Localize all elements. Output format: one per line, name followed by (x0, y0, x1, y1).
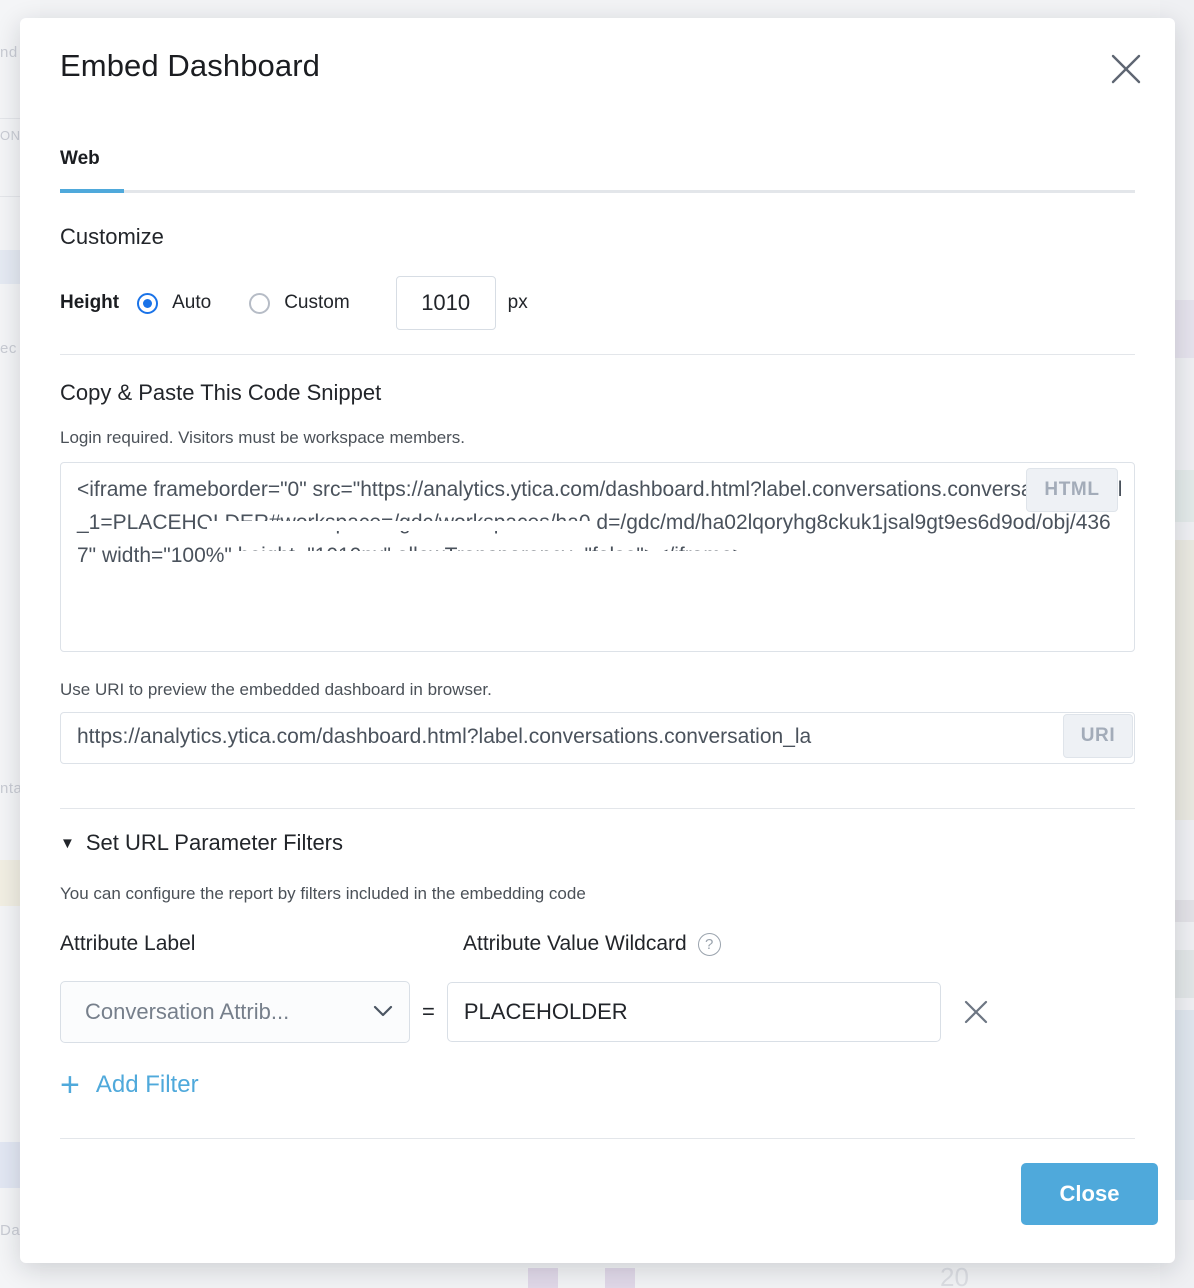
backdrop-axis-label: 20 (940, 1262, 969, 1288)
column-header-attribute-value-text: Attribute Value Wildcard (463, 932, 687, 955)
radio-height-auto-label[interactable]: Auto (172, 292, 211, 314)
snippet-hint: Login required. Visitors must be workspa… (60, 428, 466, 447)
backdrop-row-highlight (0, 1142, 22, 1188)
backdrop-chart-bar (528, 1268, 558, 1288)
uri-hint: Use URI to preview the embedded dashboar… (60, 680, 492, 699)
filters-hint: You can configure the report by filters … (60, 884, 586, 903)
add-filter-button[interactable]: + Add Filter (60, 1068, 199, 1102)
remove-filter-icon[interactable] (961, 997, 991, 1027)
backdrop-text: nd (0, 44, 18, 61)
attribute-label-select[interactable]: Conversation Attrib... (60, 981, 410, 1043)
close-button[interactable]: Close (1021, 1163, 1158, 1225)
tab-web[interactable]: Web (60, 148, 100, 184)
radio-height-auto[interactable] (137, 292, 159, 314)
section-divider (60, 1138, 1135, 1139)
add-filter-label: Add Filter (95, 1071, 199, 1098)
tab-bar: Web (60, 148, 1135, 184)
section-divider (60, 354, 1135, 355)
height-label: Height (60, 292, 120, 313)
radio-height-custom-label[interactable]: Custom (284, 292, 349, 314)
close-icon[interactable] (1107, 50, 1145, 88)
radio-height-custom[interactable] (249, 292, 271, 314)
customize-section-title: Customize (60, 224, 164, 249)
uri-text: https://analytics.ytica.com/dashboard.ht… (77, 725, 812, 748)
modal-title: Embed Dashboard (60, 48, 320, 83)
backdrop-text: ec (0, 340, 17, 357)
column-header-attribute-value: Attribute Value Wildcard ? (463, 932, 721, 956)
render-artifact (61, 589, 301, 597)
help-icon[interactable]: ? (697, 932, 721, 956)
attribute-label-select-value: Conversation Attrib... (85, 999, 290, 1024)
html-badge: HTML (1026, 468, 1118, 512)
section-divider (60, 808, 1135, 809)
code-snippet-box[interactable]: <iframe frameborder="0" src="https://ana… (60, 462, 1135, 652)
snippet-section-title: Copy & Paste This Code Snippet (60, 380, 382, 405)
plus-icon: + (60, 1066, 80, 1104)
height-unit-label: px (507, 292, 528, 313)
embed-dashboard-modal: Embed Dashboard Web Customize Height Aut… (20, 18, 1175, 1263)
tab-active-indicator (60, 189, 124, 193)
filter-row: Conversation Attrib... = (60, 981, 991, 1043)
backdrop-text: nta (0, 780, 23, 797)
code-snippet-text: <iframe frameborder="0" src="https://ana… (77, 478, 1123, 567)
backdrop-text: Da (0, 1222, 21, 1239)
filters-section-title: Set URL Parameter Filters (85, 830, 344, 855)
chevron-down-icon (373, 1003, 393, 1021)
caret-down-icon: ▼ (60, 834, 75, 852)
uri-badge: URI (1063, 714, 1133, 758)
filters-section-toggle[interactable]: ▼ Set URL Parameter Filters (60, 830, 343, 856)
backdrop-chart-bar (605, 1268, 635, 1288)
backdrop-row-highlight (0, 860, 22, 906)
height-settings-row: Height Auto Custom px (60, 276, 528, 330)
tab-bar-rule (60, 190, 1135, 193)
height-value-input[interactable] (395, 276, 496, 330)
attribute-value-input[interactable] (446, 982, 941, 1042)
uri-box[interactable]: https://analytics.ytica.com/dashboard.ht… (60, 712, 1135, 764)
column-header-attribute-label: Attribute Label (60, 932, 196, 955)
filter-operator: = (422, 999, 435, 1024)
